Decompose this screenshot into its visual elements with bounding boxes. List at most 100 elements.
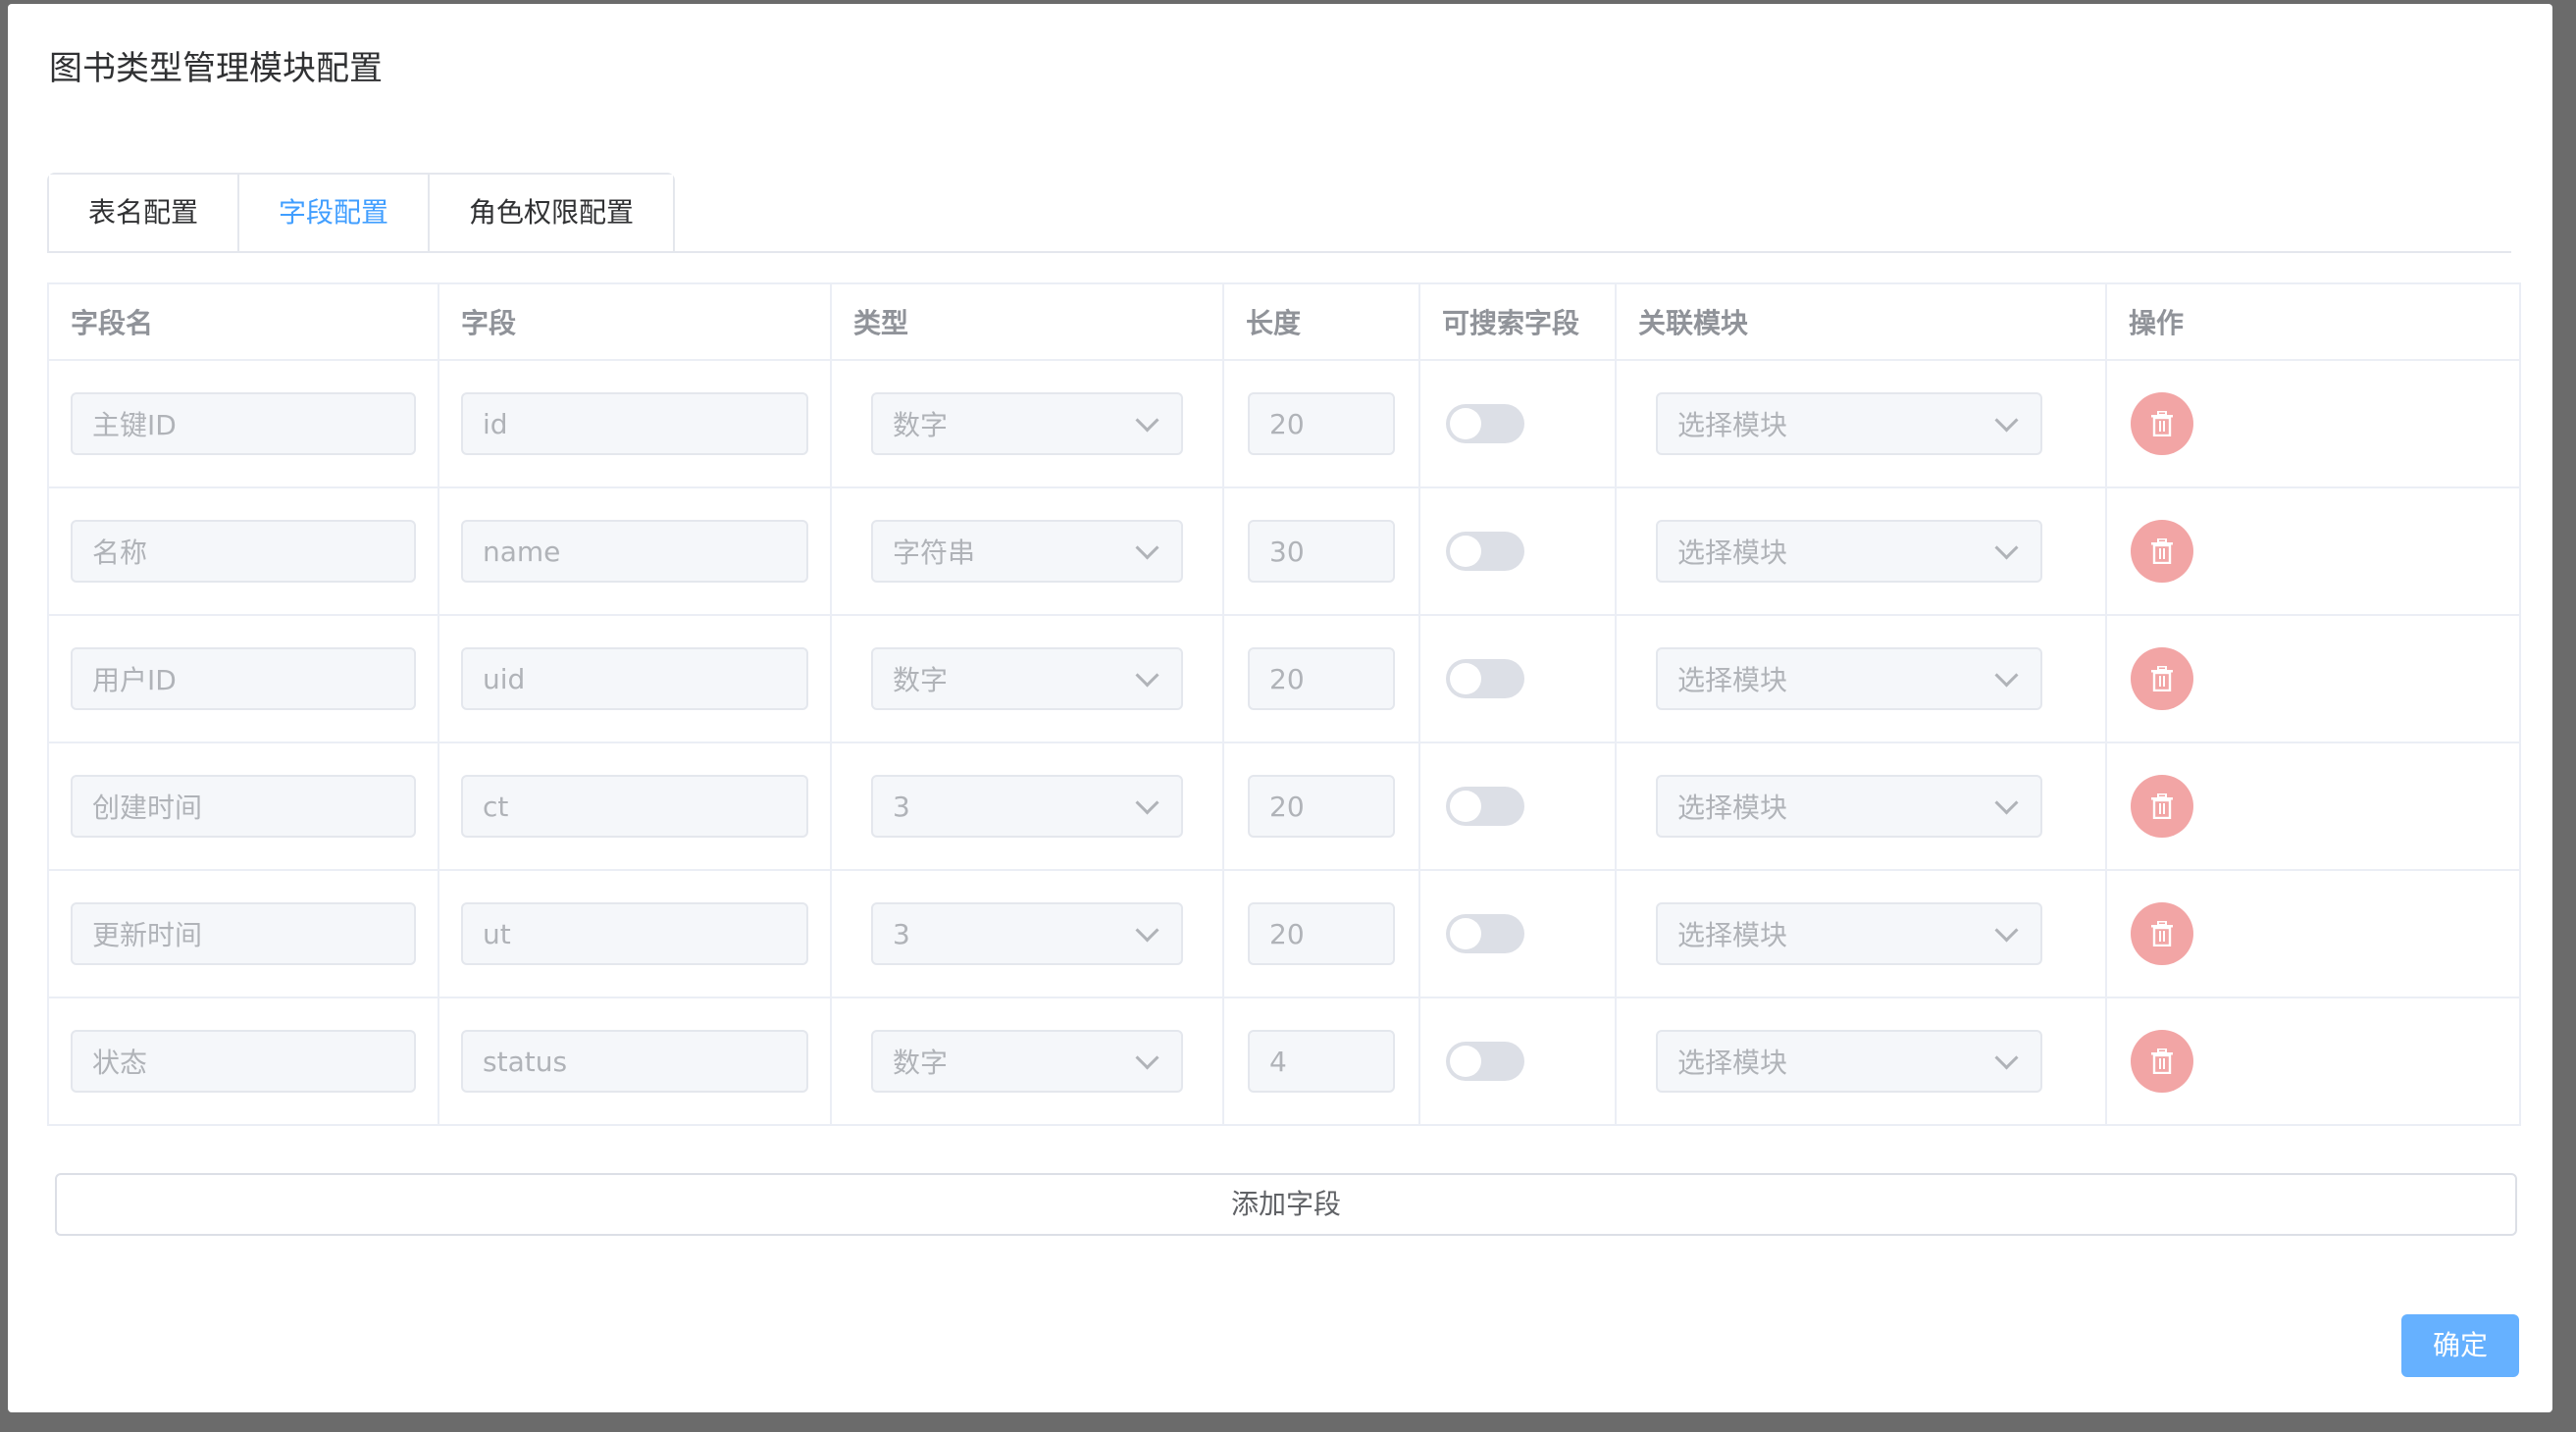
field-key-value: ut (483, 917, 511, 950)
field-key-input[interactable]: id (461, 392, 808, 455)
toggle-knob (1450, 791, 1481, 822)
chevron-down-icon (1994, 407, 2019, 433)
module-select[interactable]: 选择模块 (1656, 775, 2042, 838)
delete-button[interactable] (2131, 520, 2193, 583)
delete-button[interactable] (2131, 647, 2193, 710)
type-select[interactable]: 3 (871, 902, 1183, 965)
length-input[interactable]: 20 (1248, 392, 1395, 455)
tabs-bar: 表名配置 字段配置 角色权限配置 (47, 169, 2511, 253)
type-select[interactable]: 数字 (871, 1030, 1183, 1093)
field-name-value: 主键ID (92, 409, 177, 441)
type-select[interactable]: 3 (871, 775, 1183, 838)
field-key-value: name (483, 535, 561, 568)
module-value: 选择模块 (1677, 792, 1788, 824)
trash-icon (2151, 1048, 2173, 1074)
field-name-input[interactable]: 状态 (71, 1030, 416, 1093)
table-row: 用户ID uid 数字 20 选择模块 (47, 614, 2521, 743)
tab-table-name-config[interactable]: 表名配置 (49, 175, 240, 251)
field-key-input[interactable]: uid (461, 647, 808, 710)
table-row: 名称 name 字符串 30 选择模块 (47, 486, 2521, 616)
toggle-knob (1450, 408, 1481, 439)
length-input[interactable]: 20 (1248, 775, 1395, 838)
type-select[interactable]: 数字 (871, 392, 1183, 455)
module-select[interactable]: 选择模块 (1656, 520, 2042, 583)
field-name-input[interactable]: 用户ID (71, 647, 416, 710)
delete-button[interactable] (2131, 392, 2193, 455)
header-actions: 操作 (2105, 282, 2521, 361)
length-value: 20 (1269, 790, 1305, 823)
trash-icon (2151, 666, 2173, 691)
field-name-value: 更新时间 (92, 919, 203, 951)
config-dialog: 图书类型管理模块配置 表名配置 字段配置 角色权限配置 字段名 字段 类型 长度… (8, 4, 2552, 1412)
dialog-title: 图书类型管理模块配置 (49, 49, 383, 88)
length-input[interactable]: 20 (1248, 647, 1395, 710)
field-key-value: status (483, 1045, 568, 1078)
module-value: 选择模块 (1677, 919, 1788, 951)
chevron-down-icon (1994, 535, 2019, 560)
table-row: 创建时间 ct 3 20 选择模块 (47, 742, 2521, 871)
toggle-knob (1450, 918, 1481, 949)
delete-button[interactable] (2131, 775, 2193, 838)
field-key-input[interactable]: ut (461, 902, 808, 965)
module-value: 选择模块 (1677, 409, 1788, 441)
field-key-input[interactable]: ct (461, 775, 808, 838)
field-name-input[interactable]: 更新时间 (71, 902, 416, 965)
length-input[interactable]: 4 (1248, 1030, 1395, 1093)
field-name-value: 状态 (92, 1047, 148, 1079)
type-select[interactable]: 数字 (871, 647, 1183, 710)
module-select[interactable]: 选择模块 (1656, 392, 2042, 455)
type-value: 数字 (893, 1047, 949, 1079)
trash-icon (2151, 411, 2173, 436)
module-value: 选择模块 (1677, 1047, 1788, 1079)
searchable-toggle[interactable] (1446, 404, 1524, 443)
searchable-toggle[interactable] (1446, 787, 1524, 826)
field-name-input[interactable]: 名称 (71, 520, 416, 583)
header-linked-module: 关联模块 (1615, 282, 2107, 361)
searchable-toggle[interactable] (1446, 532, 1524, 571)
type-value: 3 (893, 790, 910, 823)
tab-field-config[interactable]: 字段配置 (239, 175, 431, 251)
module-select[interactable]: 选择模块 (1656, 1030, 2042, 1093)
tab-role-permission-config[interactable]: 角色权限配置 (430, 175, 674, 251)
delete-button[interactable] (2131, 902, 2193, 965)
module-select[interactable]: 选择模块 (1656, 902, 2042, 965)
field-name-value: 创建时间 (92, 792, 203, 824)
type-select[interactable]: 字符串 (871, 520, 1183, 583)
toggle-knob (1450, 663, 1481, 694)
confirm-button[interactable]: 确定 (2401, 1314, 2519, 1377)
searchable-toggle[interactable] (1446, 914, 1524, 953)
module-select[interactable]: 选择模块 (1656, 647, 2042, 710)
field-name-value: 用户ID (92, 664, 177, 696)
delete-button[interactable] (2131, 1030, 2193, 1093)
add-field-button[interactable]: 添加字段 (55, 1173, 2517, 1236)
chevron-down-icon (1135, 917, 1159, 943)
searchable-toggle[interactable] (1446, 1042, 1524, 1081)
searchable-toggle[interactable] (1446, 659, 1524, 698)
chevron-down-icon (1994, 917, 2019, 943)
field-name-input[interactable]: 创建时间 (71, 775, 416, 838)
chevron-down-icon (1135, 790, 1159, 815)
field-key-input[interactable]: name (461, 520, 808, 583)
table-row: 更新时间 ut 3 20 选择模块 (47, 869, 2521, 998)
header-searchable: 可搜索字段 (1418, 282, 1617, 361)
trash-icon (2151, 538, 2173, 564)
type-value: 字符串 (893, 537, 976, 569)
type-value: 数字 (893, 664, 949, 696)
header-length: 长度 (1222, 282, 1420, 361)
toggle-knob (1450, 1046, 1481, 1077)
chevron-down-icon (1135, 662, 1159, 688)
chevron-down-icon (1135, 407, 1159, 433)
field-key-value: id (483, 407, 508, 440)
header-field-name: 字段名 (47, 282, 439, 361)
tabs: 表名配置 字段配置 角色权限配置 (47, 173, 676, 251)
type-value: 数字 (893, 409, 949, 441)
field-key-value: ct (483, 790, 509, 823)
chevron-down-icon (1994, 1045, 2019, 1070)
field-key-input[interactable]: status (461, 1030, 808, 1093)
chevron-down-icon (1994, 790, 2019, 815)
field-name-input[interactable]: 主键ID (71, 392, 416, 455)
length-input[interactable]: 30 (1248, 520, 1395, 583)
length-input[interactable]: 20 (1248, 902, 1395, 965)
chevron-down-icon (1135, 1045, 1159, 1070)
table-header-row: 字段名 字段 类型 长度 可搜索字段 关联模块 操作 (47, 282, 2521, 361)
